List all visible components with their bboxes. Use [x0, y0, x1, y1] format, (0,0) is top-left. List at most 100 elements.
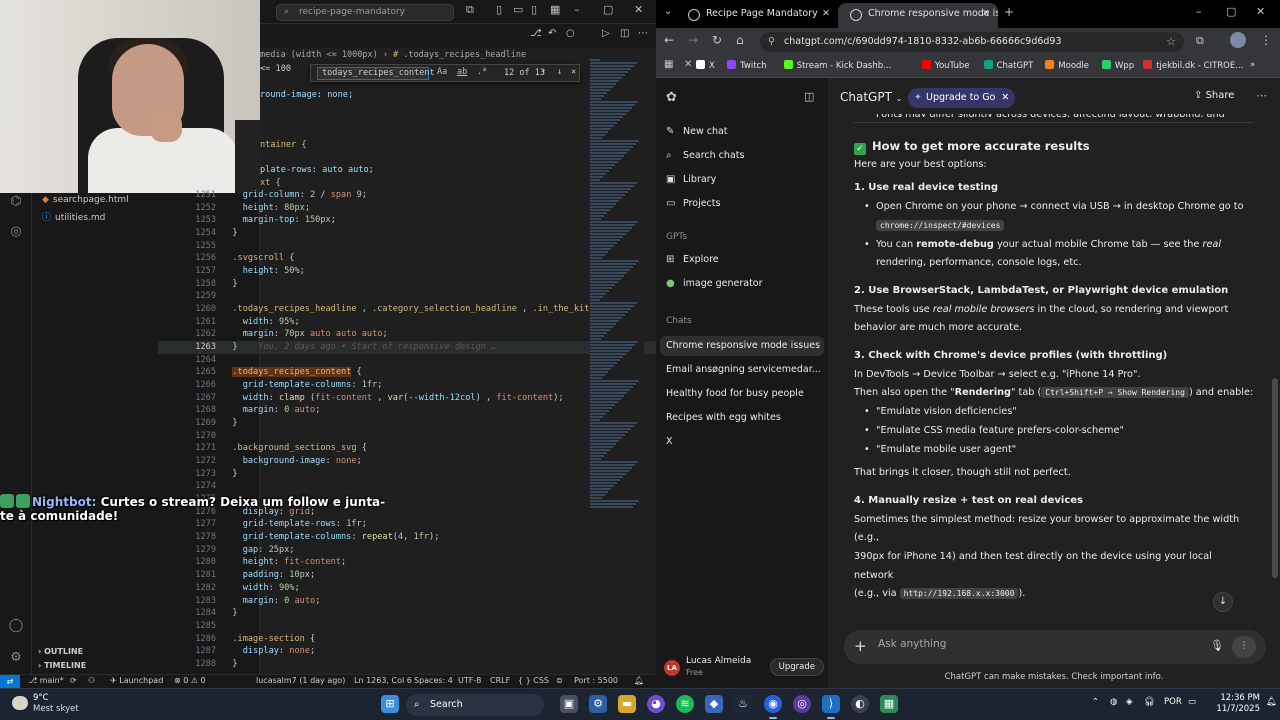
bookmark-item[interactable]: YouTube — [921, 60, 969, 71]
home-icon[interactable]: ⌂ — [736, 33, 744, 47]
code-line[interactable]: 1262 margin: 70px auto auto auto; — [158, 328, 656, 341]
line-number[interactable]: 1283 — [158, 595, 222, 608]
code-line[interactable]: 1278 grid-template-columns: repeat(4, 1f… — [158, 531, 656, 544]
account-icon[interactable]: ◯ — [8, 618, 24, 634]
projects-button[interactable]: ▭ Projects — [666, 194, 822, 214]
code-line[interactable]: 1288 } — [158, 658, 656, 671]
next-match-icon[interactable]: ↓ — [557, 67, 562, 77]
code-line[interactable]: 1285 — [158, 620, 656, 633]
code-line[interactable]: 1267 width: clamp (fit-content , var(--w… — [158, 392, 656, 405]
git-graph-icon[interactable]: ⚇ — [88, 676, 95, 685]
back-icon[interactable]: ← — [664, 33, 674, 47]
address-bar[interactable]: ⚲ chatgpt.com/c/690dd974-1810-8332-ab6b-… — [760, 32, 1184, 52]
headset-icon[interactable]: 🎧︎ — [1144, 697, 1155, 707]
line-number[interactable]: 1254 — [158, 227, 222, 240]
minimap[interactable] — [590, 58, 644, 674]
site-info-icon[interactable]: ⚲ — [768, 32, 775, 52]
system-clock[interactable]: 12:36 PM 11/7/2025 — [1210, 693, 1260, 715]
start-windows-icon[interactable]: ⊞ — [381, 695, 399, 713]
source-control-icon[interactable]: ⎇ — [530, 28, 542, 39]
line-number[interactable]: 1261 — [158, 316, 222, 329]
profile-avatar[interactable] — [1230, 32, 1246, 48]
obs-icon[interactable]: ◎ — [793, 695, 811, 713]
whole-word-toggle[interactable]: ab — [457, 67, 467, 77]
line-number[interactable]: 1265 — [158, 366, 222, 379]
split-editor-icon[interactable]: ◫ — [620, 28, 629, 39]
line-number[interactable]: 1282 — [158, 582, 222, 595]
bookmark-item[interactable]: Moodle — [1045, 60, 1089, 71]
close-find-icon[interactable]: ✕ — [571, 67, 576, 77]
layout-sidebar-icon[interactable]: ▯ — [496, 3, 502, 16]
vpn-icon[interactable]: ◈ — [1126, 697, 1133, 707]
file-explorer-icon[interactable]: ▬ — [618, 695, 636, 713]
vscode-icon[interactable]: ⟩ — [822, 695, 840, 713]
code-line[interactable]: 1263 } You, 2 days ago • Start of respon… — [158, 341, 656, 354]
line-number[interactable]: 1262 — [158, 328, 222, 341]
code-lines[interactable]: 1251 grid-column: 2 / span 9; 1252 height… — [158, 189, 656, 671]
command-center-search[interactable]: ⌕ recipe-page-mandatory — [276, 4, 454, 21]
line-number[interactable]: 1270 — [158, 430, 222, 443]
code-line[interactable]: 1257 height: 50%; — [158, 265, 656, 278]
code-line[interactable]: 1253 margin-top: 150px; — [158, 214, 656, 227]
find-input[interactable]: todays_recipes_content — [317, 67, 435, 80]
code-line[interactable]: 1251 grid-column: 2 / span 9; — [158, 189, 656, 202]
antivirus-icon[interactable]: ◍ — [1110, 697, 1117, 707]
language-indicator[interactable]: POR — [1164, 697, 1182, 707]
reload-icon[interactable]: ↻ — [712, 33, 722, 47]
run-icon[interactable]: ▷ — [602, 28, 610, 39]
git-blame-status[interactable]: lucasalm7 (1 day ago) — [256, 676, 345, 685]
layout-panel-icon[interactable]: ▭ — [513, 3, 523, 16]
notifications-icon[interactable]: 🔔︎ — [634, 676, 644, 685]
code-line[interactable]: 1265 .todays_recipes_content { — [158, 366, 656, 379]
chrome-icon[interactable]: ◉ — [764, 695, 782, 713]
live-server-status[interactable]: Port : 5500 — [574, 676, 618, 685]
taskbar-search[interactable]: ⌕ Search — [406, 694, 544, 716]
chat-item[interactable]: Email ansøgning servicemedar... — [666, 360, 822, 380]
line-number[interactable]: 1264 — [158, 354, 222, 367]
maximize-icon[interactable]: ▢ — [1226, 5, 1236, 18]
menu-icon[interactable]: ⋮ — [1260, 33, 1272, 47]
chat-item[interactable]: Recipes with egg whites — [666, 408, 822, 428]
close-window-icon[interactable]: ✕ — [1256, 5, 1265, 18]
explore-gpts-button[interactable]: ⊞ Explore — [666, 250, 822, 270]
close-sidebar-icon[interactable]: ◫ — [804, 90, 814, 103]
close-tab-icon[interactable]: ✕ — [982, 3, 990, 25]
line-number[interactable]: 1269 — [158, 417, 222, 430]
steam-icon[interactable]: ♨ — [734, 695, 752, 713]
line-number[interactable]: 1288 — [158, 658, 222, 671]
encoding-status[interactable]: UTF-8 — [458, 676, 481, 685]
code-line[interactable]: 1256 .svgscroll { — [158, 252, 656, 265]
line-number[interactable]: 1256 — [158, 252, 222, 265]
code-line[interactable]: 1268 margin: 0 auto; — [158, 404, 656, 417]
code-line[interactable]: 1272 background-image: none; — [158, 455, 656, 468]
launchpad-status[interactable]: ✈ Launchpad — [110, 676, 163, 685]
line-number[interactable]: 1263 — [158, 341, 222, 354]
code-line[interactable]: 1252 height: 80px; — [158, 202, 656, 215]
code-line[interactable]: 1280 height: fit-content; — [158, 556, 656, 569]
accounts-extension-icon[interactable]: ◎ — [8, 224, 24, 240]
close-icon[interactable]: ✕ — [634, 3, 643, 16]
remote-indicator-icon[interactable]: ⇄ — [0, 675, 20, 689]
code-line[interactable]: 1281 padding: 10px; — [158, 569, 656, 582]
search-chats-button[interactable]: ⌕ Search chats — [666, 146, 822, 166]
code-line[interactable]: 1271 .background_sections_svg { — [158, 442, 656, 455]
code-line[interactable]: 1264 — [158, 354, 656, 367]
code-line[interactable]: 1287 display: none; — [158, 645, 656, 658]
line-number[interactable]: 1266 — [158, 379, 222, 392]
code-line[interactable]: 1274 — [158, 480, 656, 493]
line-number[interactable]: 1273 — [158, 468, 222, 481]
code-line[interactable]: 1270 — [158, 430, 656, 443]
bookmark-item[interactable]: ChatGPT — [983, 60, 1033, 71]
line-number[interactable]: 1279 — [158, 544, 222, 557]
upgrade-pill[interactable]: ✦ Upgrade to Go ✕ — [908, 88, 1016, 108]
previous-match-icon[interactable]: ↑ — [541, 67, 546, 77]
customize-layout-icon[interactable]: ▦ — [550, 3, 560, 16]
line-number[interactable]: 1267 — [158, 392, 222, 405]
more-actions-icon[interactable]: ⋯ — [638, 28, 648, 39]
settings-gear-icon[interactable]: ⚙ — [8, 650, 24, 666]
line-number[interactable]: 1255 — [158, 240, 222, 253]
more-bookmarks-icon[interactable]: » — [1250, 60, 1255, 70]
line-number[interactable]: 1258 — [158, 278, 222, 291]
user-profile[interactable]: LA Lucas Almeida Free Upgrade — [664, 656, 824, 682]
line-number[interactable]: 1287 — [158, 645, 222, 658]
